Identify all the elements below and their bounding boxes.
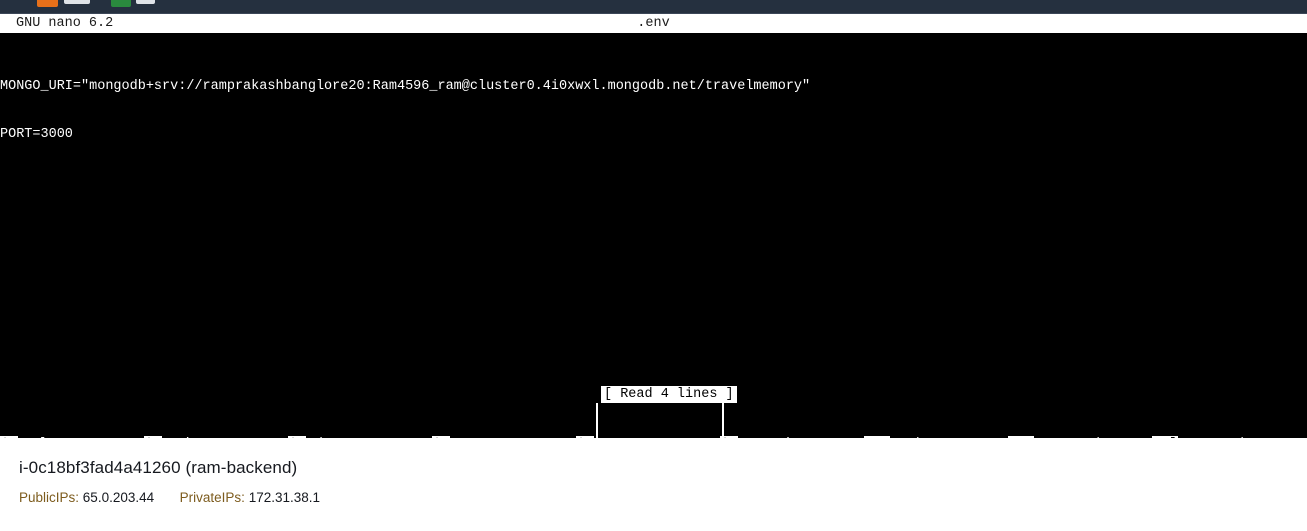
instance-ip-row: PublicIPs: 65.0.203.44 PrivateIPs: 172.3…: [19, 490, 320, 505]
instance-title: i-0c18bf3fad4a41260 (ram-backend): [19, 458, 298, 477]
orange-app-icon[interactable]: [37, 0, 58, 7]
taskbar-label-b: [136, 0, 155, 4]
public-ip-label: PublicIPs:: [19, 490, 80, 505]
green-app-icon[interactable]: [111, 0, 131, 7]
editor-line[interactable]: PORT=3000: [0, 127, 810, 143]
desktop-taskbar: [0, 0, 1307, 14]
editor-line[interactable]: MONGO_URI="mongodb+srv://ramprakashbangl…: [0, 79, 810, 95]
nano-editor-body[interactable]: MONGO_URI="mongodb+srv://ramprakashbangl…: [0, 33, 1307, 502]
private-ip-label: PrivateIPs:: [179, 490, 245, 505]
private-ip-value: 172.31.38.1: [248, 490, 321, 505]
taskbar-label-a: [64, 0, 90, 4]
editor-text-area[interactable]: MONGO_URI="mongodb+srv://ramprakashbangl…: [0, 47, 810, 175]
instance-info-panel: i-0c18bf3fad4a41260 (ram-backend) Public…: [0, 438, 1307, 531]
public-ip-value: 65.0.203.44: [82, 490, 155, 505]
status-message: [ Read 4 lines ]: [601, 386, 737, 403]
nano-filename: .env: [637, 16, 670, 31]
nano-title-bar: GNU nano 6.2 .env: [0, 14, 1307, 33]
screen-root: GNU nano 6.2 .env MONGO_URI="mongodb+srv…: [0, 0, 1307, 531]
